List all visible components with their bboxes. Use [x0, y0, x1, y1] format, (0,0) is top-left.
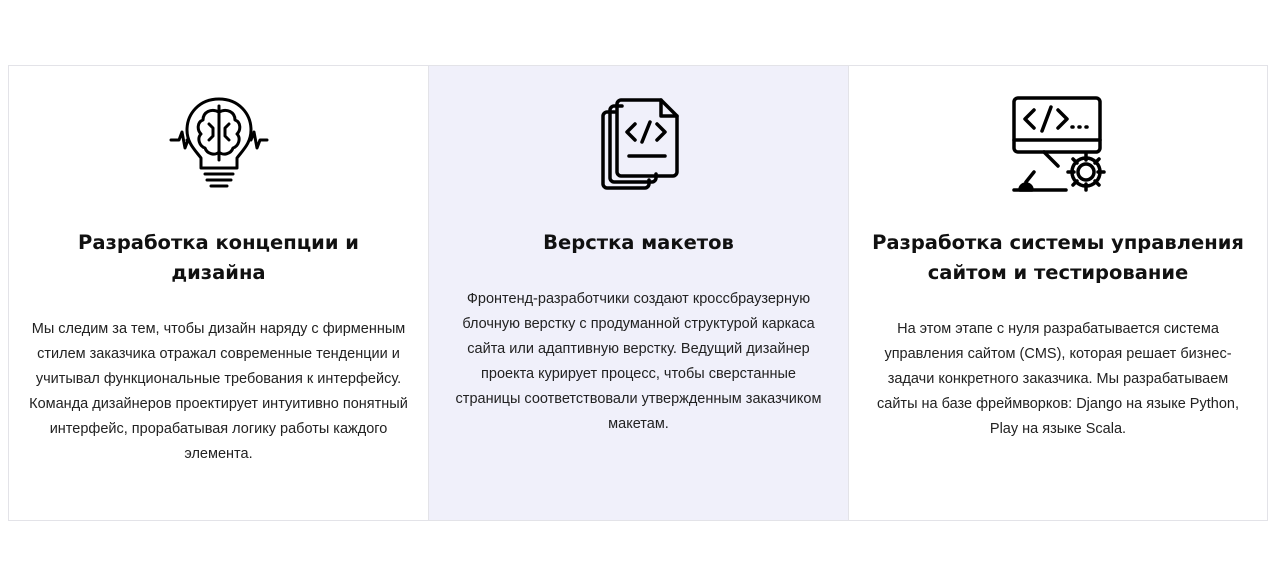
service-card-cms: Разработка системы управления сайтом и т…	[849, 66, 1267, 520]
card-description: Фронтенд-разработчики создают кроссбрауз…	[455, 291, 822, 432]
code-document-stack-icon	[589, 94, 689, 194]
service-card-design: Разработка концепции и дизайна Мы следим…	[9, 66, 428, 520]
card-description: На этом этапе с нуля разрабатывается сис…	[877, 321, 1239, 437]
card-description: Мы следим за тем, чтобы дизайн наряду с …	[29, 321, 408, 462]
card-title: Верстка макетов	[543, 231, 734, 254]
monitor-code-gear-icon	[1008, 94, 1108, 194]
service-card-layout: Верстка макетов Фронтенд-разработчики со…	[428, 66, 849, 520]
card-title: Разработка концепции и дизайна	[78, 231, 359, 284]
lightbulb-brain-icon	[169, 94, 269, 194]
services-cards: Разработка концепции и дизайна Мы следим…	[8, 65, 1268, 521]
card-title: Разработка системы управления сайтом и т…	[872, 231, 1244, 284]
